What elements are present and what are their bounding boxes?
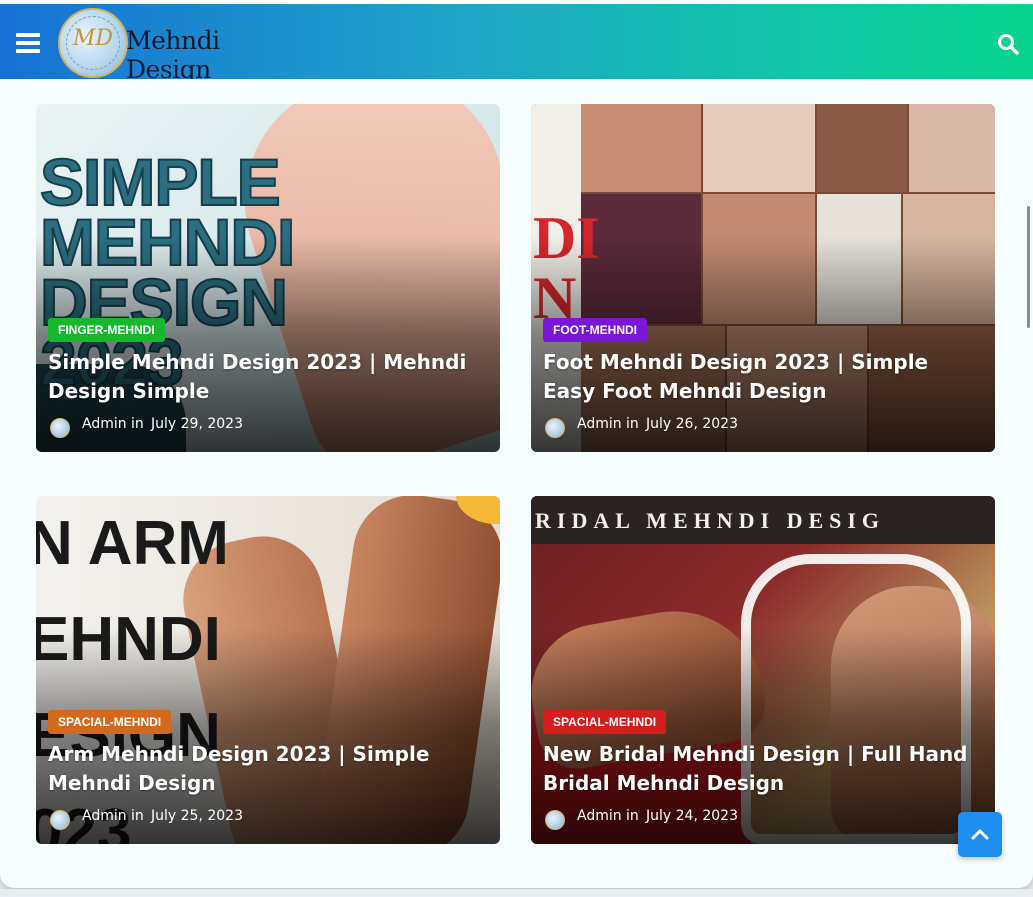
author-name[interactable]: Admin bbox=[82, 808, 127, 824]
meta-in: in bbox=[626, 416, 639, 432]
next-section-peek bbox=[0, 889, 1033, 897]
logo-badge: MD bbox=[58, 8, 128, 78]
category-badge[interactable]: SPACIAL-MEHNDI bbox=[543, 710, 667, 734]
author-avatar bbox=[50, 418, 70, 438]
post-title[interactable]: Simple Mehndi Design 2023 | Mehndi Desig… bbox=[48, 348, 488, 406]
site-header: MD Mehndi Design bbox=[0, 4, 1033, 84]
meta-in: in bbox=[131, 416, 144, 432]
scrollbar-thumb[interactable] bbox=[1027, 206, 1030, 328]
author-name[interactable]: Admin bbox=[577, 808, 622, 824]
post-title[interactable]: Foot Mehndi Design 2023 | Simple Easy Fo… bbox=[543, 348, 983, 406]
logo-monogram: MD bbox=[72, 26, 114, 51]
post-grid: SIMPLE MEHNDI DESIGN 2023 FINGER-MEHNDI … bbox=[0, 79, 1033, 888]
post-date: July 29, 2023 bbox=[151, 416, 243, 432]
site-name: Mehndi Design bbox=[126, 26, 220, 84]
post-date: July 24, 2023 bbox=[646, 808, 738, 824]
post-date: July 25, 2023 bbox=[151, 808, 243, 824]
post-card[interactable]: RIDAL MEHNDI DESIG SPACIAL-MEHNDI New Br… bbox=[531, 496, 995, 844]
category-badge[interactable]: SPACIAL-MEHNDI bbox=[48, 710, 172, 734]
meta-in: in bbox=[131, 808, 144, 824]
post-card[interactable]: DI N FOOT-MEHNDI Foot Mehndi Design 2023… bbox=[531, 104, 995, 452]
author-avatar bbox=[545, 810, 565, 830]
search-icon[interactable] bbox=[996, 32, 1020, 56]
thumbnail-text: RIDAL MEHNDI DESIG bbox=[535, 508, 886, 533]
author-avatar bbox=[545, 418, 565, 438]
site-logo[interactable]: MD Mehndi Design bbox=[56, 6, 296, 84]
category-badge[interactable]: FOOT-MEHNDI bbox=[543, 318, 647, 342]
post-title[interactable]: Arm Mehndi Design 2023 | Simple Mehndi D… bbox=[48, 740, 488, 798]
author-avatar bbox=[50, 810, 70, 830]
post-date: July 26, 2023 bbox=[646, 416, 738, 432]
post-title[interactable]: New Bridal Mehndi Design | Full Hand Bri… bbox=[543, 740, 983, 798]
post-card[interactable]: SIMPLE MEHNDI DESIGN 2023 FINGER-MEHNDI … bbox=[36, 104, 500, 452]
chevron-up-icon bbox=[971, 829, 989, 840]
meta-in: in bbox=[626, 808, 639, 824]
post-card[interactable]: N ARM EHNDI ESIGN 023 SPACIAL-MEHNDI Arm… bbox=[36, 496, 500, 844]
category-badge[interactable]: FINGER-MEHNDI bbox=[48, 318, 165, 342]
author-name[interactable]: Admin bbox=[577, 416, 622, 432]
scroll-to-top-button[interactable] bbox=[958, 812, 1002, 857]
hamburger-menu-icon[interactable] bbox=[16, 33, 40, 53]
author-name[interactable]: Admin bbox=[82, 416, 127, 432]
